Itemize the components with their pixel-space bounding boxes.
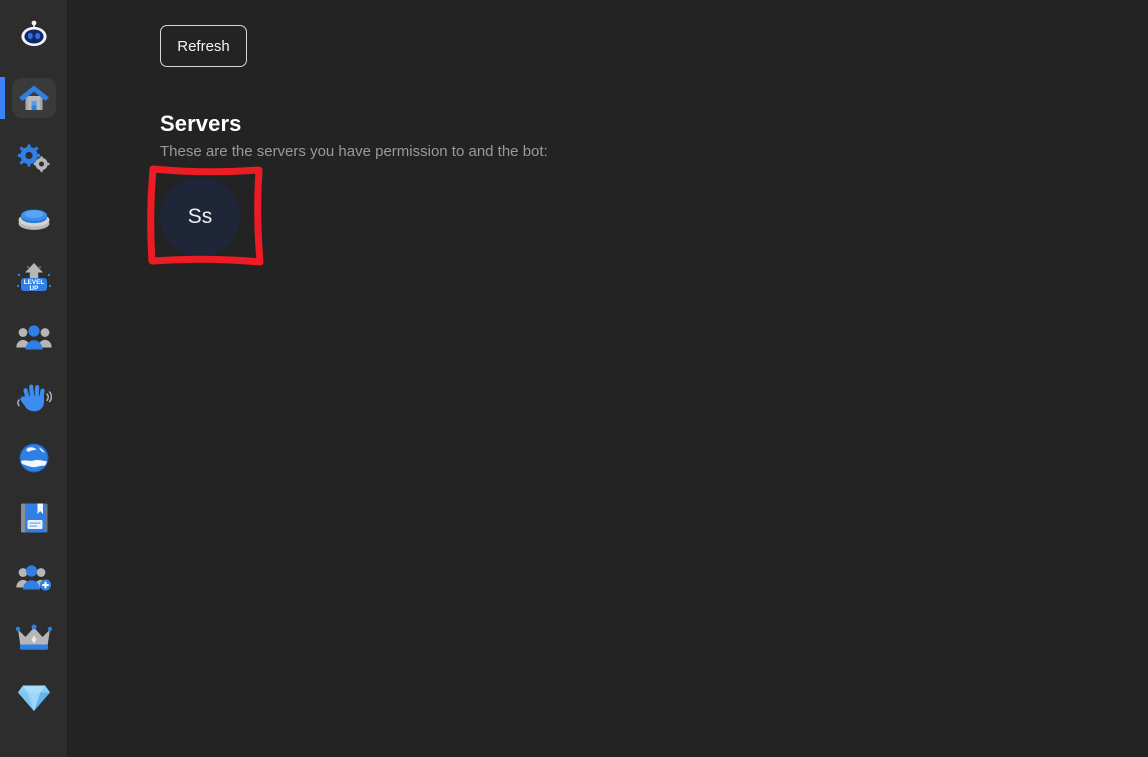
refresh-button[interactable]: Refresh xyxy=(160,25,247,67)
server-list: Ss xyxy=(160,177,240,257)
sidebar-item-welcome[interactable] xyxy=(0,368,67,428)
page-subtitle: These are the servers you have permissio… xyxy=(160,143,548,160)
sidebar: LEVEL UP xyxy=(0,0,68,757)
sidebar-item-members[interactable] xyxy=(0,308,67,368)
globe-icon xyxy=(12,438,56,478)
waving-hand-icon xyxy=(12,378,56,418)
button-icon xyxy=(12,198,56,238)
level-up-icon: LEVEL UP xyxy=(12,258,56,298)
page-title: Servers xyxy=(160,111,242,136)
home-icon xyxy=(12,78,56,118)
bot-head-icon xyxy=(12,14,56,54)
sidebar-item-logs[interactable] xyxy=(0,488,67,548)
book-icon xyxy=(12,498,56,538)
crown-icon xyxy=(12,618,56,658)
sidebar-item-level-up[interactable]: LEVEL UP xyxy=(0,248,67,308)
sidebar-item-diamond[interactable] xyxy=(0,668,67,728)
sidebar-item-home[interactable] xyxy=(0,68,67,128)
users-icon xyxy=(12,318,56,358)
diamond-icon xyxy=(12,678,56,718)
sidebar-item-global[interactable] xyxy=(0,428,67,488)
add-user-icon xyxy=(12,558,56,598)
sidebar-item-settings[interactable] xyxy=(0,128,67,188)
sidebar-item-buttons[interactable] xyxy=(0,188,67,248)
sidebar-item-premium[interactable] xyxy=(0,608,67,668)
gears-icon xyxy=(12,138,56,178)
sidebar-item-invites[interactable] xyxy=(0,548,67,608)
server-avatar-ss[interactable]: Ss xyxy=(160,177,240,257)
app-root: LEVEL UP Refresh Servers These are the s… xyxy=(0,0,1148,757)
main-content: Refresh Servers These are the servers yo… xyxy=(68,0,1148,757)
svg-text:UP: UP xyxy=(30,285,40,292)
sidebar-item-bot[interactable] xyxy=(0,0,67,68)
